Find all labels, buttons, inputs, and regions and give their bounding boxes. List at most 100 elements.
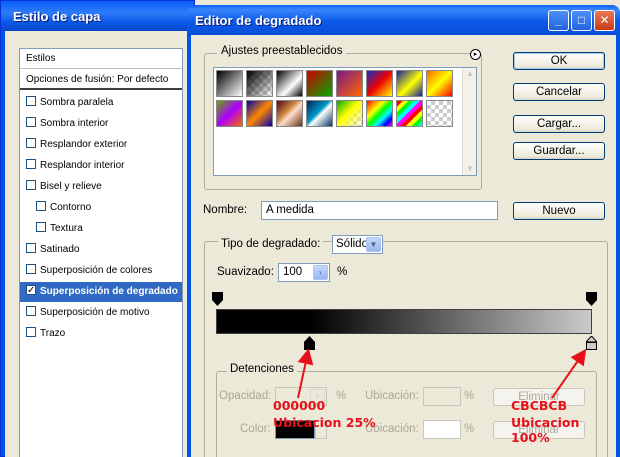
gradient-editor-titlebar[interactable]: Editor de degradado _ □ ✕ [187, 5, 620, 35]
checkbox-icon[interactable] [36, 222, 46, 232]
style-item[interactable]: Contorno [20, 198, 182, 218]
styles-header[interactable]: Estilos [20, 49, 182, 69]
style-item[interactable]: Resplandor interior [20, 156, 182, 176]
color-stop-black[interactable] [304, 336, 315, 350]
preset-swatch[interactable] [276, 100, 303, 127]
annotation-black-hex: 000000 [273, 398, 326, 413]
preset-swatch[interactable] [216, 70, 243, 97]
color-location-unit: % [464, 423, 475, 435]
checkbox-icon[interactable] [26, 180, 36, 190]
opacity-location-label: Ubicación: [365, 390, 419, 402]
color-label: Color: [240, 423, 271, 435]
checkbox-icon[interactable] [36, 201, 46, 211]
style-item-label: Superposición de motivo [40, 307, 150, 318]
smoothness-unit: % [337, 266, 348, 278]
gradient-editor-body: Ajustes preestablecidos ▸ ▲ ▼ OK Cancela… [191, 35, 616, 457]
layer-style-title: Estilo de capa [13, 9, 101, 24]
checkbox-icon[interactable] [26, 96, 36, 106]
name-label: Nombre: [203, 204, 248, 216]
layer-style-titlebar[interactable]: Estilo de capa [1, 1, 194, 31]
preset-swatch[interactable] [246, 100, 273, 127]
checkbox-checked-icon[interactable] [26, 281, 36, 301]
checkbox-icon[interactable] [26, 243, 36, 253]
cancel-button[interactable]: Cancelar [513, 83, 605, 101]
opacity-stop-cap [586, 292, 597, 300]
opacity-location-input[interactable] [423, 387, 461, 406]
styles-list: Estilos Opciones de fusión: Por defecto … [19, 48, 183, 457]
blending-options-item[interactable]: Opciones de fusión: Por defecto [20, 70, 182, 90]
gradient-type-label: Tipo de degradado: [218, 238, 324, 250]
style-item[interactable]: Resplandor exterior [20, 135, 182, 155]
smoothness-input[interactable]: 100 › [278, 263, 330, 282]
preset-swatch[interactable] [396, 100, 423, 127]
preset-swatch[interactable] [216, 100, 243, 127]
checkbox-icon[interactable] [26, 138, 36, 148]
checkbox-icon[interactable] [26, 117, 36, 127]
preset-swatch[interactable] [336, 70, 363, 97]
preset-swatch[interactable] [246, 70, 273, 97]
preset-swatch[interactable] [366, 100, 393, 127]
color-stop-swatch [586, 342, 597, 350]
checkbox-icon[interactable] [26, 264, 36, 274]
style-item-label: Superposición de degradado [40, 286, 178, 297]
smoothness-value: 100 [283, 266, 303, 278]
chevron-right-icon[interactable]: › [313, 265, 328, 280]
preset-swatch[interactable] [366, 70, 393, 97]
name-input[interactable]: A medida [261, 201, 498, 220]
style-item-label: Textura [50, 223, 83, 234]
style-item[interactable]: Superposición de degradado [20, 281, 182, 302]
gradient-type-select[interactable]: Sólido ▼ [332, 235, 383, 254]
style-item[interactable]: Bisel y relieve [20, 177, 182, 197]
preset-swatch[interactable] [426, 100, 453, 127]
preset-swatch[interactable] [276, 70, 303, 97]
checkbox-icon[interactable] [26, 159, 36, 169]
scroll-up-icon[interactable]: ▲ [464, 68, 476, 80]
preset-swatch[interactable] [336, 100, 363, 127]
style-item[interactable]: Sombra interior [20, 114, 182, 134]
preset-swatch[interactable] [306, 100, 333, 127]
layer-style-window: Estilo de capa Estilos Opciones de fusió… [0, 0, 195, 457]
color-stop-swatch [304, 342, 315, 350]
color-stop-gray[interactable] [586, 336, 597, 350]
style-item-label: Bisel y relieve [40, 181, 102, 192]
chevron-down-icon[interactable]: ▼ [366, 237, 381, 252]
stop-pointer-icon [586, 300, 597, 306]
swatch-scrollbar[interactable]: ▲ ▼ [462, 68, 476, 175]
opacity-location-unit: % [464, 390, 475, 402]
layer-style-body: Estilos Opciones de fusión: Por defecto … [5, 31, 192, 457]
opacity-stop-right[interactable] [586, 292, 597, 306]
style-item[interactable]: Superposición de colores [20, 261, 182, 281]
gradient-preview-bar[interactable] [216, 309, 592, 334]
stops-label: Detenciones [227, 363, 297, 375]
style-item[interactable]: Sombra paralela [20, 93, 182, 113]
style-item-label: Sombra paralela [40, 97, 114, 108]
style-item[interactable]: Textura [20, 219, 182, 239]
smoothness-label: Suavizado: [217, 266, 274, 278]
new-button[interactable]: Nuevo [513, 202, 605, 220]
checkbox-icon[interactable] [26, 306, 36, 316]
save-button[interactable]: Guardar... [513, 142, 605, 160]
style-item-label: Superposición de colores [40, 265, 153, 276]
style-item[interactable]: Superposición de motivo [20, 303, 182, 323]
preset-swatch[interactable] [306, 70, 333, 97]
presets-menu-icon[interactable]: ▸ [470, 49, 481, 60]
minimize-button[interactable]: _ [548, 10, 569, 31]
style-item[interactable]: Satinado [20, 240, 182, 260]
maximize-button[interactable]: □ [571, 10, 592, 31]
color-location-input[interactable] [423, 420, 461, 439]
scroll-down-icon[interactable]: ▼ [464, 163, 476, 175]
opacity-stop-left[interactable] [212, 292, 223, 306]
close-button[interactable]: ✕ [594, 10, 615, 31]
opacity-unit: % [336, 390, 347, 402]
load-button[interactable]: Cargar... [513, 115, 605, 133]
preset-swatch[interactable] [426, 70, 453, 97]
opacity-stop-cap [212, 292, 223, 300]
annotation-gray-hex: CBCBCB [511, 398, 568, 413]
style-item-label: Contorno [50, 202, 92, 213]
preset-swatch[interactable] [396, 70, 423, 97]
style-item-label: Trazo [40, 328, 66, 339]
checkbox-icon[interactable] [26, 327, 36, 337]
style-item-label: Satinado [40, 244, 80, 255]
style-item[interactable]: Trazo [20, 324, 182, 344]
ok-button[interactable]: OK [513, 52, 605, 70]
